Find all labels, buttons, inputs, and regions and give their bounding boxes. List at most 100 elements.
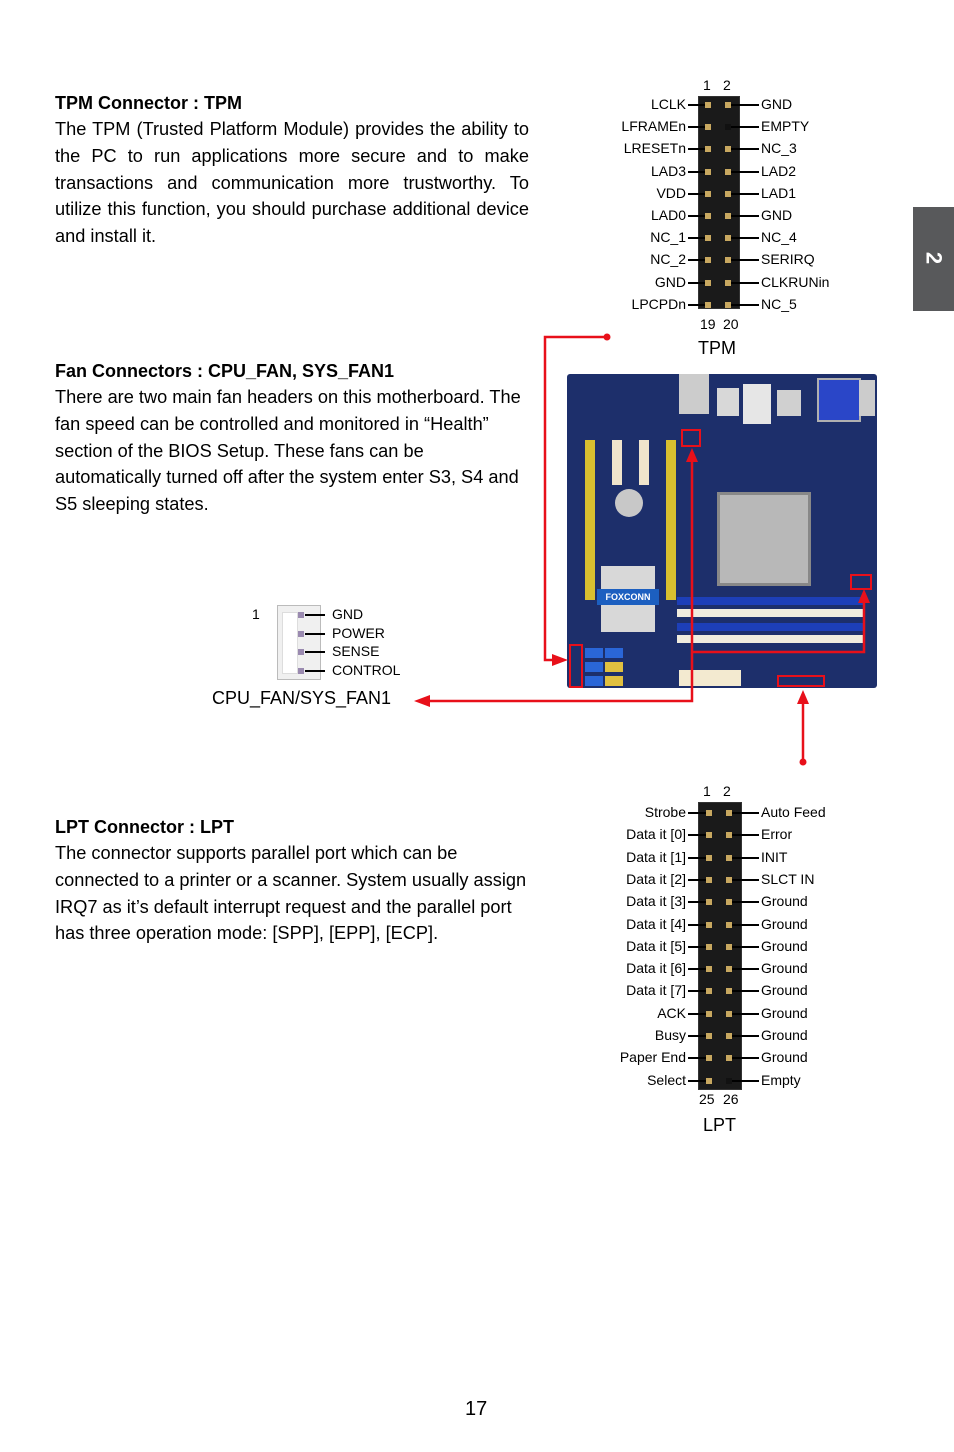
fan-pin [298, 630, 304, 637]
pcie-slot-2 [666, 440, 676, 600]
lpt_diagram-right-leader-line [732, 990, 759, 993]
tpm_diagram-left-pin-label: LCLK [650, 96, 686, 112]
lpt2-header-highlight [777, 675, 825, 687]
pin [705, 190, 711, 197]
lpt_diagram-left-leader-line [688, 834, 708, 837]
tpm_diagram-left-pin-label: NC_2 [650, 251, 686, 268]
tpm-pin-19-label: 19 [700, 316, 716, 332]
tpm_diagram-right-pin-label: NC_5 [761, 295, 797, 312]
pin [706, 899, 712, 906]
fan-callout-arrow [414, 695, 430, 707]
lpt_diagram-right-leader-line [732, 1057, 759, 1060]
lpt_diagram-left-pin-label: Data it [0] [626, 826, 686, 843]
rear-io-usb2 [777, 390, 801, 416]
tpm_diagram-right-pin-label: GND [761, 96, 793, 112]
lpt_diagram-left-pin-label: Data it [7] [626, 982, 686, 999]
fan-pin [298, 649, 304, 655]
lpt_diagram-right-pin-label: Ground [761, 1027, 808, 1043]
fan-pin-label: POWER [332, 624, 385, 641]
pin [705, 102, 711, 108]
lpt_diagram-right-leader-line [732, 834, 759, 837]
lpt_diagram-right-leader-line [732, 878, 759, 881]
tpm_diagram-left-pin-label: LAD0 [650, 207, 686, 223]
tpm_diagram-right-pin-label: LAD2 [761, 162, 797, 179]
fan-pin-label: GND [332, 606, 364, 622]
dimm-slot-3 [677, 623, 863, 631]
tpm_diagram-left-pin-label: LAD3 [650, 162, 686, 179]
lpt_diagram-right-pin-label: Ground [761, 937, 808, 954]
cpu-socket [717, 492, 811, 586]
rear-io-lan [743, 384, 771, 424]
lpt_diagram-right-pin-label: Error [761, 826, 793, 843]
dimm-slot-4 [677, 635, 863, 643]
pcie-slot-1 [585, 440, 595, 600]
lpt_diagram-left-pin-label: Select [647, 1071, 686, 1088]
tpm-caption: TPM [698, 338, 736, 358]
lpt_diagram-left-leader-line [688, 878, 708, 881]
fan-header-latch [282, 612, 298, 674]
fan-section-body: There are two main fan headers on this m… [55, 387, 521, 515]
pin [705, 257, 711, 264]
pin [706, 943, 712, 950]
lpt_diagram-left-pin-label: Strobe [644, 804, 686, 820]
lpt_diagram-left-leader-line [688, 1057, 708, 1060]
lpt-pin-1-label: 1 [703, 783, 711, 799]
pin [705, 168, 711, 175]
lpt_diagram-right-leader-line [732, 901, 759, 904]
page-number: 17 [465, 1398, 488, 1420]
fan-leader-line [305, 614, 325, 616]
lpt-pin-2-label: 2 [723, 783, 731, 799]
tpm_diagram-right-pin-label: LAD1 [761, 184, 797, 201]
lpt_diagram-right-pin-label: Ground [761, 1004, 808, 1021]
fan-header-highlight [850, 574, 872, 590]
lpt_diagram-left-pin-label: Data it [5] [626, 937, 686, 954]
pin [706, 1033, 712, 1039]
chapter-tab: 2 [913, 207, 954, 311]
sata-port [585, 662, 603, 672]
pcie-x1-slot-2 [639, 440, 649, 485]
pin [705, 213, 711, 219]
lpt_diagram-right-leader-line [732, 856, 759, 859]
pin [706, 876, 712, 883]
lpt_diagram-left-leader-line [688, 968, 708, 971]
lpt_diagram-left-pin-label: Data it [3] [626, 893, 686, 910]
tpm-pin-2-label: 2 [723, 77, 731, 93]
lpt_diagram-right-leader-line [732, 812, 759, 814]
rear-io-usb [717, 388, 739, 416]
lpt_diagram-left-pin-label: Data it [2] [626, 870, 686, 887]
tpm_diagram-right-leader-line [731, 215, 759, 217]
pin [706, 1010, 712, 1017]
lpt_diagram-right-pin-label: Ground [761, 915, 808, 932]
lpt_diagram-right-leader-line [732, 968, 759, 971]
tpm_diagram-right-leader-line [731, 126, 759, 129]
lpt_diagram-left-pin-label: Data it [1] [626, 848, 686, 865]
fan-leader-line [305, 632, 325, 635]
pcie-x1-slot-1 [612, 440, 622, 485]
lpt_diagram-left-pin-label: ACK [657, 1004, 686, 1021]
lpt_diagram-right-pin-label: Ground [761, 982, 808, 999]
lpt_diagram-right-leader-line [732, 945, 759, 948]
rear-io-vga [817, 378, 861, 422]
lpt_diagram-right-leader-line [732, 1012, 759, 1015]
lpt_diagram-left-leader-line [688, 901, 708, 904]
fan-section-title: Fan Connectors : CPU_FAN, SYS_FAN1 [55, 361, 395, 381]
atx-power-connector [679, 670, 741, 686]
cmos-battery [615, 489, 643, 517]
lpt_diagram-left-pin-label: Paper End [619, 1049, 686, 1066]
tpm_diagram-right-leader-line [731, 104, 759, 106]
sata-port [605, 648, 623, 658]
pin [706, 966, 712, 973]
tpm_diagram-right-pin-label: EMPTY [761, 118, 810, 135]
tpm_diagram-right-leader-line [731, 170, 759, 173]
tpm_diagram-right-pin-label: GND [761, 207, 793, 223]
lpt_diagram-left-leader-line [688, 812, 708, 814]
tpm_diagram-right-pin-label: NC_4 [761, 229, 797, 246]
sata-port [605, 662, 623, 672]
rear-io-audio [679, 374, 709, 414]
lpt-section-title: LPT Connector : LPT [55, 817, 234, 837]
lpt-header-highlight [569, 644, 583, 688]
pin [705, 124, 711, 131]
sata-port [585, 648, 603, 658]
fan-leader-line [305, 651, 325, 653]
pin [706, 921, 712, 928]
